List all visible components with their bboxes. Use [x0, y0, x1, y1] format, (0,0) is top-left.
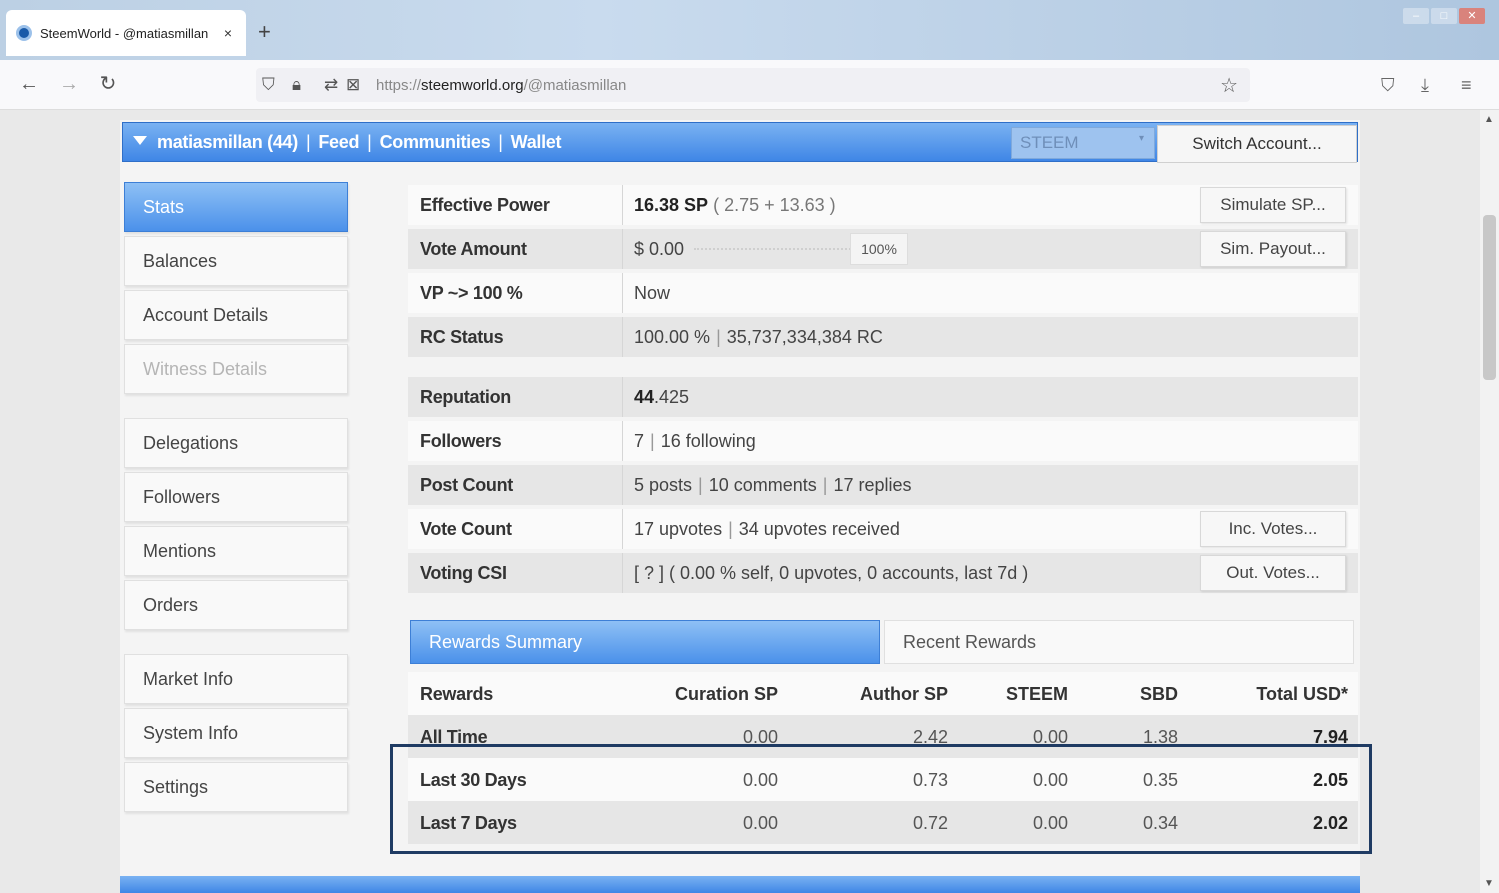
scroll-down-icon[interactable]: ▼: [1484, 878, 1494, 889]
stats-row-vote-count: Vote Count 17 upvotes | 34 upvotes receive…: [408, 509, 1358, 549]
currency-select[interactable]: STEEM ▾: [1011, 127, 1155, 159]
rewards-header-row: Rewards Curation SP Author SP STEEM SBD …: [408, 672, 1358, 715]
caret-down-icon[interactable]: [133, 136, 147, 145]
sidebar-item-system-info[interactable]: System Info: [124, 708, 348, 758]
highlight-annotation-box: [390, 744, 1372, 854]
permissions-icon[interactable]: ⇄: [324, 74, 338, 96]
sidebar-item-balances[interactable]: Balances: [124, 236, 348, 286]
menu-icon[interactable]: ≡: [1461, 73, 1472, 97]
incoming-votes-button[interactable]: Inc. Votes...: [1200, 511, 1346, 547]
sidebar-item-mentions[interactable]: Mentions: [124, 526, 348, 576]
sidebar-item-stats[interactable]: Stats: [124, 182, 348, 232]
browser-tab[interactable]: SteemWorld - @matiasmillan ×: [6, 10, 246, 56]
sidebar-item-account-details[interactable]: Account Details: [124, 290, 348, 340]
stats-row-reputation: Reputation 44.425: [408, 377, 1358, 417]
sidebar-item-orders[interactable]: Orders: [124, 580, 348, 630]
rewards-tabs: Rewards Summary Recent Rewards: [408, 618, 1358, 666]
close-window-icon[interactable]: ✕: [1459, 8, 1485, 24]
nav-wallet-link[interactable]: Wallet: [511, 132, 562, 152]
sidebar-item-delegations[interactable]: Delegations: [124, 418, 348, 468]
pocket-icon[interactable]: ⛉: [1381, 73, 1395, 97]
scroll-thumb[interactable]: [1483, 215, 1496, 380]
sidebar-item-settings[interactable]: Settings: [124, 762, 348, 812]
stats-row-vp: VP ~> 100 % Now: [408, 273, 1358, 313]
url-text[interactable]: https://steemworld.org/@matiasmillan: [376, 77, 626, 94]
stats-row-voting-csi: Voting CSI [ ? ] ( 0.00 % self, 0 upvote…: [408, 553, 1358, 593]
vote-weight-handle[interactable]: 100%: [850, 233, 908, 265]
window-controls: – □ ✕: [1403, 8, 1485, 24]
close-tab-icon[interactable]: ×: [220, 25, 236, 41]
stats-row-followers: Followers 7 | 16 following: [408, 421, 1358, 461]
scroll-up-icon[interactable]: ▲: [1484, 114, 1494, 125]
dropdown-arrow-icon: ▾: [1138, 133, 1144, 144]
steemworld-favicon-icon: [16, 25, 32, 41]
vote-weight-slider[interactable]: [694, 248, 854, 251]
reload-icon[interactable]: ↻: [95, 72, 121, 96]
sidebar-item-followers[interactable]: Followers: [124, 472, 348, 522]
new-tab-button[interactable]: +: [258, 20, 271, 44]
bookmark-star-icon[interactable]: ☆: [1220, 73, 1238, 98]
browser-toolbar: ← → ↻ ⛉ 🔒︎ ⇄ ⊠ https://steemworld.org/@m…: [0, 60, 1499, 110]
outgoing-votes-button[interactable]: Out. Votes...: [1200, 555, 1346, 591]
switch-account-button[interactable]: Switch Account...: [1157, 125, 1357, 163]
nav-account-link[interactable]: matiasmillan (44): [157, 132, 298, 152]
nav-feed-link[interactable]: Feed: [318, 132, 359, 152]
minimize-icon[interactable]: –: [1403, 8, 1429, 24]
shield-icon[interactable]: ⛉: [262, 74, 275, 96]
stats-row-vote-amount: Vote Amount $ 0.00 100% Sim. Payout...: [408, 229, 1358, 269]
tab-rewards-summary[interactable]: Rewards Summary: [410, 620, 880, 664]
stats-row-effective-power: Effective Power 16.38 SP ( 2.75 + 13.63 …: [408, 185, 1358, 225]
page-scrollbar[interactable]: ▲ ▼: [1480, 110, 1499, 893]
nav-communities-link[interactable]: Communities: [380, 132, 491, 152]
lock-icon[interactable]: 🔒︎: [292, 74, 301, 96]
sidebar-item-witness-details: Witness Details: [124, 344, 348, 394]
tab-recent-rewards[interactable]: Recent Rewards: [884, 620, 1354, 664]
simulate-sp-button[interactable]: Simulate SP...: [1200, 187, 1346, 223]
top-navigation: matiasmillan (44) | Feed | Communities | Walle…: [157, 132, 562, 152]
camera-blocked-icon[interactable]: ⊠: [346, 74, 360, 96]
sidebar-item-market-info[interactable]: Market Info: [124, 654, 348, 704]
tab-title: SteemWorld - @matiasmillan: [40, 25, 209, 41]
sim-payout-button[interactable]: Sim. Payout...: [1200, 231, 1346, 267]
download-icon[interactable]: ⤓: [1421, 73, 1429, 97]
bottom-header-bar: [120, 876, 1360, 893]
maximize-icon[interactable]: □: [1431, 8, 1457, 24]
stats-row-rc-status: RC Status 100.00 % | 35,737,334,384 RC: [408, 317, 1358, 357]
account-header-bar: matiasmillan (44) | Feed | Communities | Walle…: [122, 122, 1358, 163]
browser-tab-bar: SteemWorld - @matiasmillan × + – □ ✕: [0, 0, 1499, 60]
back-arrow-icon[interactable]: ←: [16, 72, 42, 96]
stats-row-post-count: Post Count 5 posts | 10 comments | 17 replie…: [408, 465, 1358, 505]
forward-arrow-icon[interactable]: →: [56, 72, 82, 96]
address-bar[interactable]: ⛉ 🔒︎ ⇄ ⊠ https://steemworld.org/@matiasm…: [256, 68, 1250, 102]
